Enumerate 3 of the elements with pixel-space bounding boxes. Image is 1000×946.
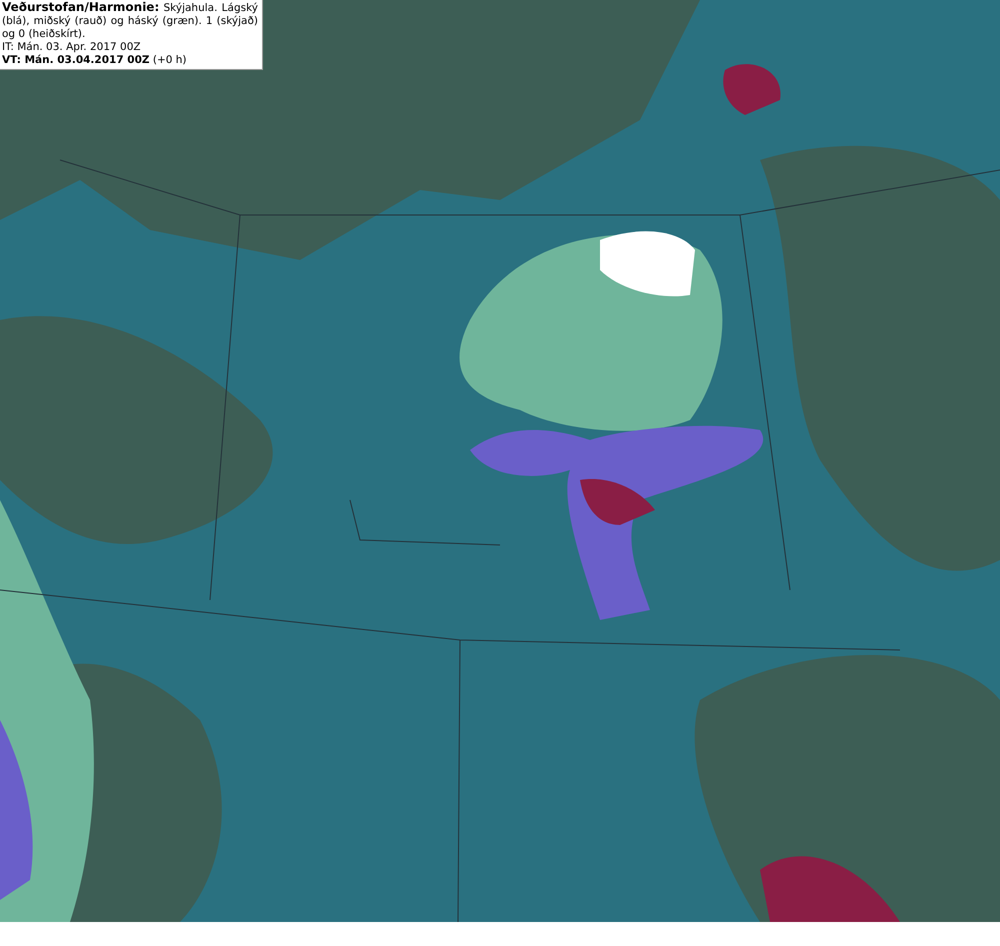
valid-time: VT: Mán. 03.04.2017 00Z (+0 h) [2,54,188,67]
issue-time: IT: Mán. 03. Apr. 2017 00Z [2,41,142,54]
legend-description: Veðurstofan/Harmonie: Skýjahula. Lágský (blá), miðský (rauð) og háský (græn). 1 (skýjað) og 0 (heiðskírt). [2,1,258,41]
